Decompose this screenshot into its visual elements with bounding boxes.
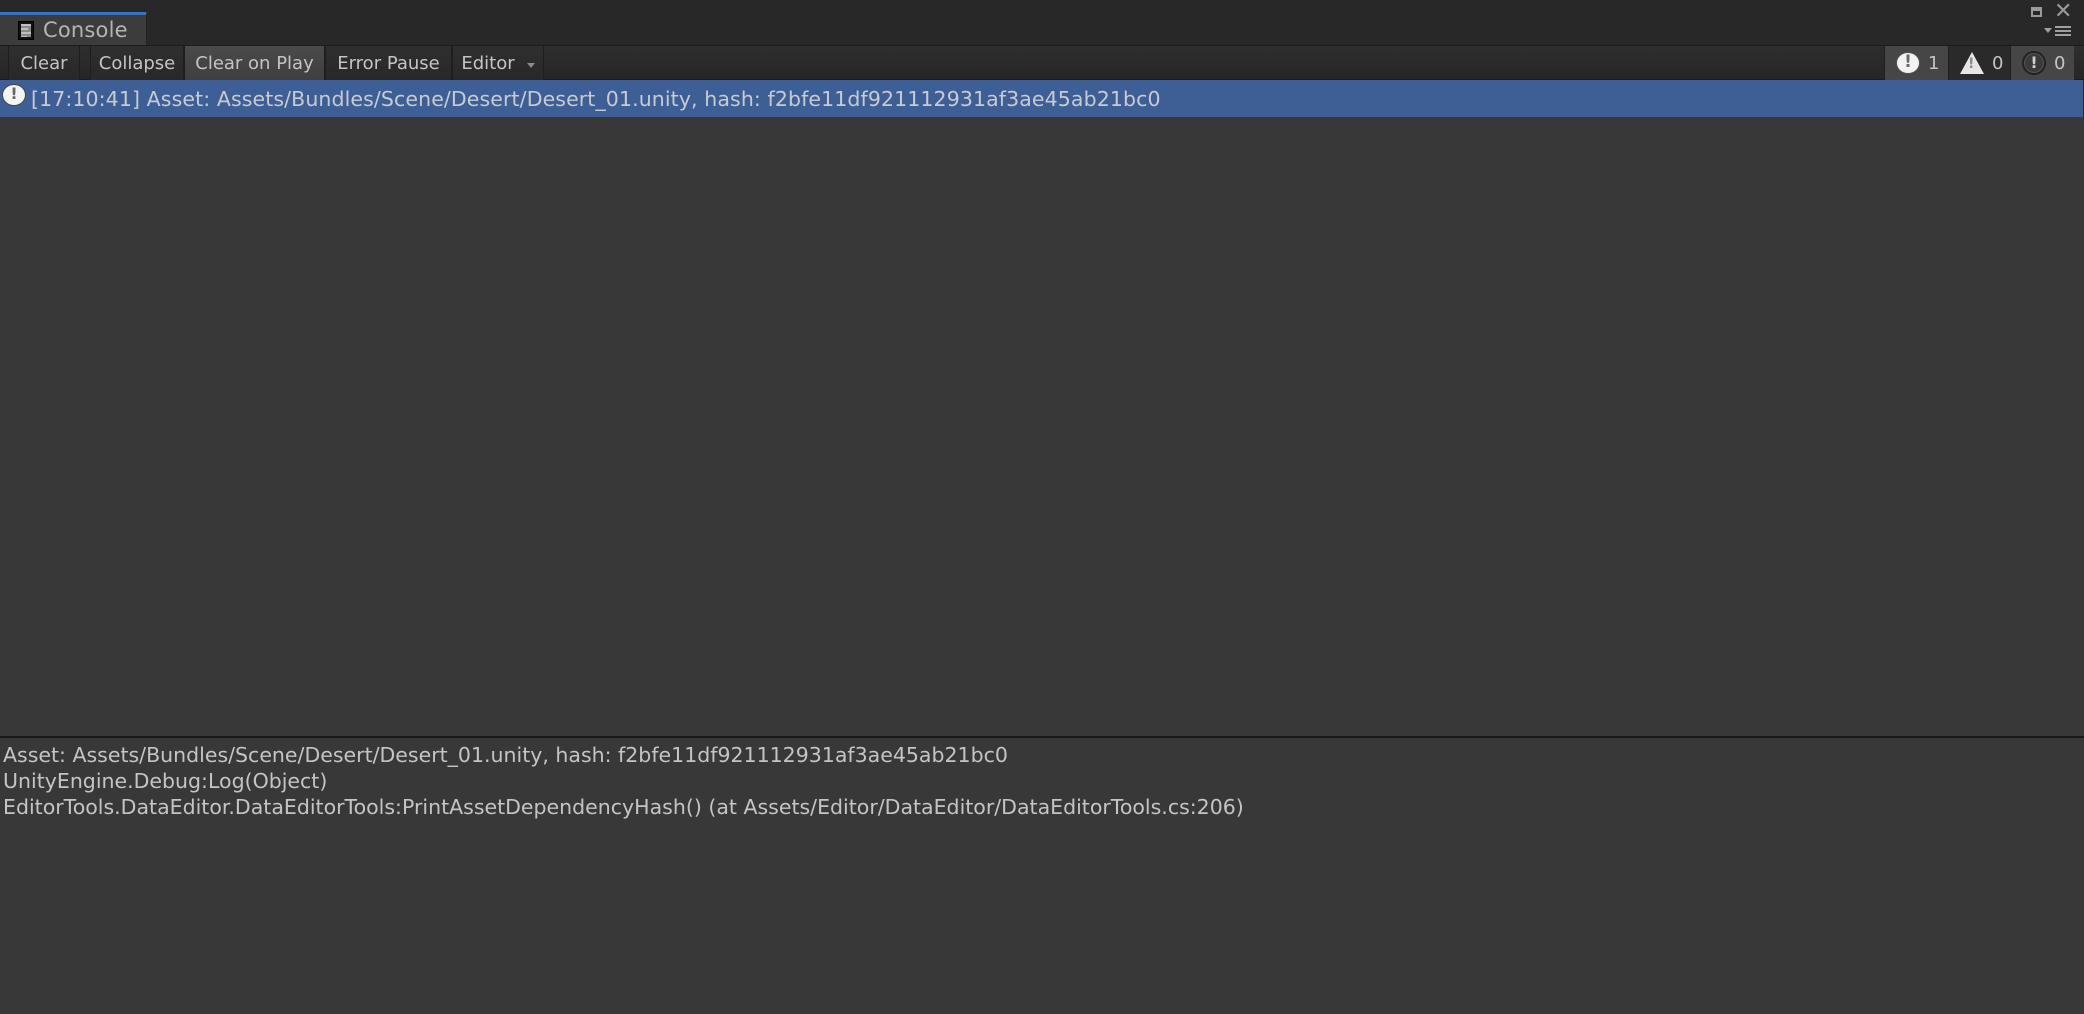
log-count-toggle[interactable]: 1 xyxy=(1884,46,1948,80)
clear-button[interactable]: Clear xyxy=(8,46,80,80)
editor-dropdown-label: Editor xyxy=(461,52,515,74)
log-entry[interactable]: [17:10:41] Asset: Assets/Bundles/Scene/D… xyxy=(0,80,2084,117)
error-pause-toggle[interactable]: Error Pause xyxy=(325,46,452,80)
chevron-down-icon xyxy=(2044,28,2052,33)
log-details-pane[interactable]: Asset: Assets/Bundles/Scene/Desert/Deser… xyxy=(0,738,2084,1014)
hamburger-icon xyxy=(2055,26,2071,37)
log-entry-text: [17:10:41] Asset: Assets/Bundles/Scene/D… xyxy=(31,86,1161,111)
tab-title: Console xyxy=(43,18,128,42)
clear-on-play-label: Clear on Play xyxy=(195,52,314,74)
error-count-toggle[interactable]: 0 xyxy=(2010,46,2074,80)
error-pause-label: Error Pause xyxy=(337,52,440,74)
clear-button-label: Clear xyxy=(20,52,68,74)
log-count: 1 xyxy=(1928,52,1940,74)
stacktrace-line[interactable]: EditorTools.DataEditor.DataEditorTools:P… xyxy=(3,794,2081,820)
editor-dropdown[interactable]: Editor xyxy=(452,46,544,80)
collapse-button-label: Collapse xyxy=(98,52,176,74)
error-icon xyxy=(2022,51,2046,75)
maximize-icon[interactable] xyxy=(2031,7,2042,17)
warning-icon xyxy=(1960,52,1984,74)
info-icon xyxy=(2,83,26,106)
error-count: 0 xyxy=(2054,52,2066,74)
collapse-button[interactable]: Collapse xyxy=(90,46,184,80)
console-icon xyxy=(18,20,34,40)
chevron-down-icon xyxy=(526,62,535,68)
info-icon xyxy=(1896,52,1920,74)
clear-on-play-toggle[interactable]: Clear on Play xyxy=(184,46,325,80)
details-message: Asset: Assets/Bundles/Scene/Desert/Deser… xyxy=(3,743,1008,767)
warning-count-toggle[interactable]: 0 xyxy=(1948,46,2010,80)
warning-count: 0 xyxy=(1992,52,2004,74)
console-window: Console ✕ Clear Collapse Clear on Play E… xyxy=(0,0,2084,1014)
close-icon[interactable]: ✕ xyxy=(2054,1,2072,23)
log-list[interactable]: [17:10:41] Asset: Assets/Bundles/Scene/D… xyxy=(0,80,2084,736)
tab-console[interactable]: Console xyxy=(0,12,147,45)
tab-menu-icon[interactable] xyxy=(2044,24,2080,38)
console-toolbar: Clear Collapse Clear on Play Error Pause… xyxy=(0,45,2084,80)
stacktrace-line: UnityEngine.Debug:Log(Object) xyxy=(3,769,328,793)
tab-strip: Console ✕ xyxy=(0,0,2084,45)
